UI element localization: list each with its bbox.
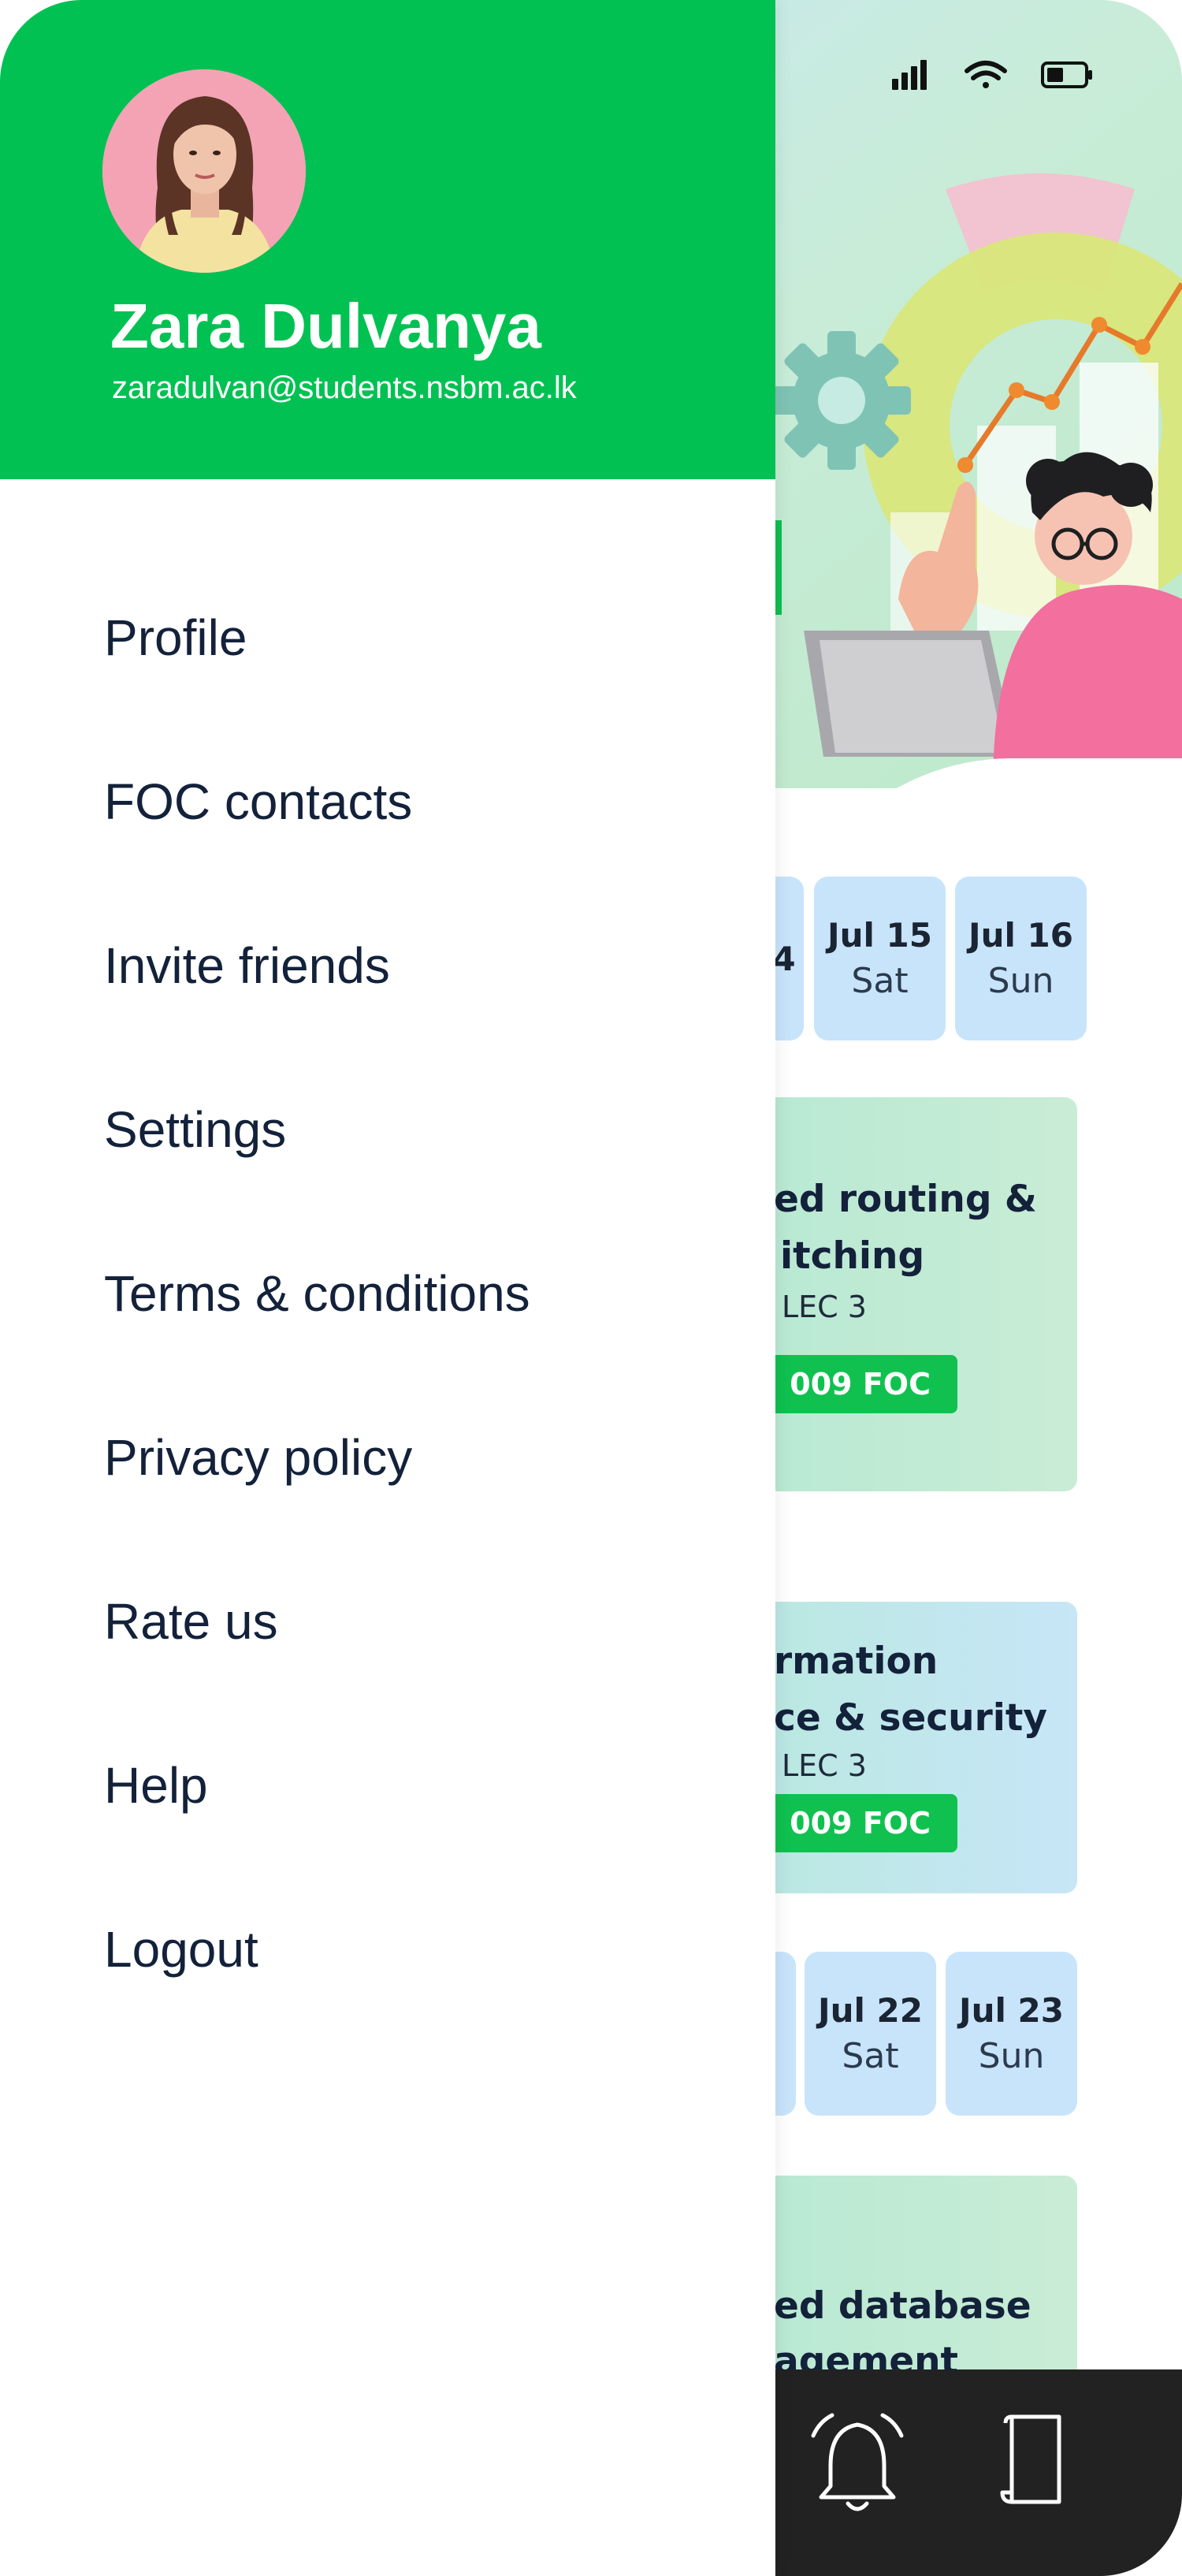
course-badge: 009 FOC: [756, 1355, 957, 1413]
day-chip-weekday: Sat: [842, 2036, 899, 2076]
menu-item-terms[interactable]: Terms & conditions: [104, 1264, 530, 1323]
course-badge: 009 FOC: [756, 1794, 957, 1852]
course-title: ed database: [774, 2284, 1031, 2328]
day-chip-date: 4: [772, 939, 796, 978]
course-card[interactable]: rmation ce & security LEC 3 009 FOC: [725, 1602, 1077, 1893]
bell-icon[interactable]: [811, 2413, 904, 2511]
course-title: rmation: [774, 1640, 939, 1683]
day-chip[interactable]: Jul 23 Sun: [946, 1952, 1077, 2116]
course-title: itching: [780, 1234, 925, 1278]
day-chip[interactable]: Jul 15 Sat: [814, 877, 946, 1040]
user-name: Zara Dulvanya: [110, 291, 541, 361]
course-title: ce & security: [774, 1696, 1048, 1740]
status-bar: [890, 55, 1119, 96]
day-chip-weekday: Sun: [987, 961, 1054, 1001]
day-chip[interactable]: Jul 22 Sat: [805, 1952, 936, 2116]
menu-item-settings[interactable]: Settings: [104, 1100, 286, 1159]
day-chip-date: Jul 22: [818, 1991, 923, 2030]
wifi-icon: [965, 61, 1007, 88]
navigation-drawer: Zara Dulvanya zaradulvan@students.nsbm.a…: [0, 0, 775, 2576]
course-card[interactable]: ed routing & itching LEC 3 009 FOC: [725, 1097, 1077, 1491]
day-chip[interactable]: Jul 16 Sun: [955, 877, 1087, 1040]
day-chip-date: Jul 16: [968, 916, 1073, 955]
course-lecture: LEC 3: [782, 1748, 867, 1783]
menu-item-invite-friends[interactable]: Invite friends: [104, 936, 390, 995]
menu-item-rate-us[interactable]: Rate us: [104, 1592, 278, 1651]
document-icon[interactable]: [1000, 2414, 1061, 2504]
course-card[interactable]: ed database agement: [725, 2176, 1077, 2381]
phone-screen: 4 Jul 15 Sat Jul 16 Sun ed routing & itc…: [0, 0, 1182, 2576]
day-chip-weekday: Sun: [978, 2036, 1045, 2076]
day-chip-date: Jul 23: [959, 1991, 1064, 2030]
day-chip-date: Jul 15: [827, 916, 932, 955]
menu-item-logout[interactable]: Logout: [104, 1920, 258, 1979]
user-email: zaradulvan@students.nsbm.ac.lk: [112, 370, 577, 405]
battery-icon: [1041, 61, 1092, 88]
bottom-navigation: [775, 2369, 1182, 2576]
menu-item-help[interactable]: Help: [104, 1756, 208, 1815]
course-lecture: LEC 3: [782, 1290, 867, 1324]
avatar-photo: [102, 69, 306, 273]
menu-item-foc-contacts[interactable]: FOC contacts: [104, 772, 412, 831]
avatar[interactable]: [102, 69, 306, 273]
menu-item-privacy-policy[interactable]: Privacy policy: [104, 1428, 412, 1487]
drawer-header: Zara Dulvanya zaradulvan@students.nsbm.a…: [0, 0, 775, 479]
course-title: ed routing &: [774, 1178, 1037, 1221]
signal-icon: [892, 60, 927, 90]
day-chip-weekday: Sat: [851, 961, 909, 1001]
menu-item-profile[interactable]: Profile: [104, 609, 247, 667]
